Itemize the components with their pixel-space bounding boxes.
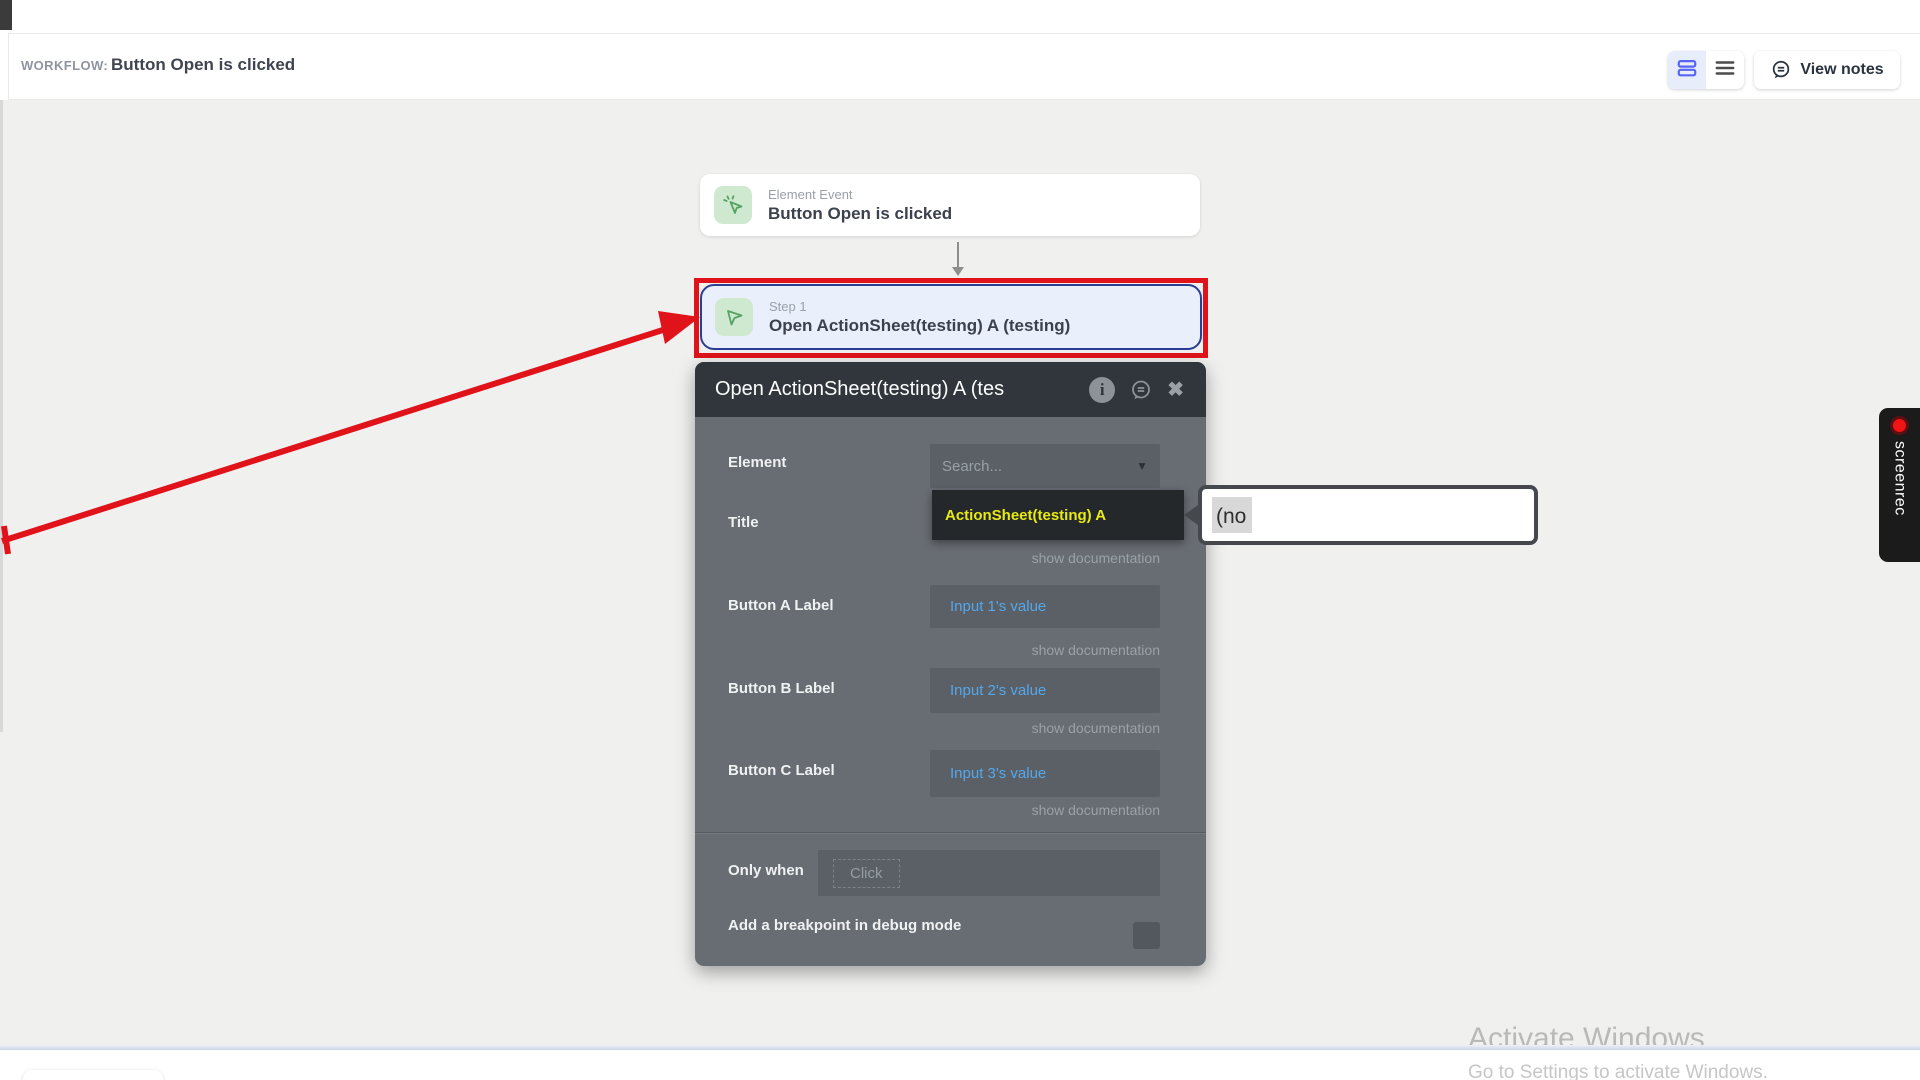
title-edit-popup[interactable]: (no xyxy=(1198,485,1538,545)
screenrec-widget[interactable]: screenrec xyxy=(1879,408,1920,562)
element-search-input[interactable] xyxy=(930,458,1110,475)
element-select[interactable]: ▼ xyxy=(930,444,1160,488)
breakpoint-checkbox[interactable] xyxy=(1133,922,1160,949)
button-a-value[interactable]: Input 1's value xyxy=(930,598,1046,615)
title-field-label: Title xyxy=(728,514,759,531)
condition-placeholder[interactable]: Click xyxy=(833,859,900,888)
step-node[interactable]: Step 1 Open ActionSheet(testing) A (test… xyxy=(700,284,1202,350)
button-c-value-input[interactable]: Input 3's value xyxy=(930,750,1160,797)
panel-header[interactable]: Open ActionSheet(testing) A (tes i ✖ xyxy=(695,362,1206,417)
chevron-down-icon: ▼ xyxy=(1136,459,1148,473)
workflow-header-bar: WORKFLOW: Button Open is clicked xyxy=(8,33,1920,100)
popup-arrow xyxy=(1184,505,1198,525)
canvas-left-edge xyxy=(0,100,3,732)
breakpoint-label: Add a breakpoint in debug mode xyxy=(728,917,961,934)
element-dropdown-menu: ActionSheet(testing) A xyxy=(932,490,1184,540)
workflow-editor: WORKFLOW: Button Open is clicked xyxy=(0,0,1920,1080)
cursor-icon xyxy=(722,305,746,329)
view-toggle-group xyxy=(1668,51,1744,89)
workflow-title: Button Open is clicked xyxy=(111,55,295,75)
annotation-highlight-box: Step 1 Open ActionSheet(testing) A (test… xyxy=(694,278,1208,358)
event-node-title: Button Open is clicked xyxy=(768,203,952,224)
activate-windows-watermark: Activate Windows xyxy=(1468,1022,1705,1056)
view-notes-button[interactable]: View notes xyxy=(1754,51,1900,89)
button-b-value[interactable]: Input 2's value xyxy=(930,682,1046,699)
cursor-click-icon xyxy=(721,193,745,217)
element-field-label: Element xyxy=(728,454,786,471)
only-when-label: Only when xyxy=(728,862,804,879)
event-node[interactable]: Element Event Button Open is clicked xyxy=(700,174,1200,236)
info-icon[interactable]: i xyxy=(1089,377,1115,403)
close-icon[interactable]: ✖ xyxy=(1167,380,1184,400)
dropdown-option-actionsheet[interactable]: ActionSheet(testing) A xyxy=(932,507,1106,524)
screenrec-label: screenrec xyxy=(1891,441,1909,516)
title-popup-text: (no xyxy=(1212,497,1252,533)
workflow-label: WORKFLOW: xyxy=(21,58,108,73)
node-connector-arrow xyxy=(946,242,970,278)
button-b-label: Button B Label xyxy=(728,680,835,697)
only-when-condition-box[interactable]: Click xyxy=(818,850,1160,896)
step-node-title: Open ActionSheet(testing) A (testing) xyxy=(769,315,1070,336)
list-view-button[interactable] xyxy=(1706,51,1744,89)
action-properties-panel: Open ActionSheet(testing) A (tes i ✖ Ele… xyxy=(695,362,1206,966)
button-a-value-input[interactable]: Input 1's value xyxy=(930,585,1160,628)
doc-link-button-b[interactable]: show documentation xyxy=(1032,720,1160,736)
doc-link-title[interactable]: show documentation xyxy=(1032,550,1160,566)
list-view-icon xyxy=(1714,57,1736,84)
comment-icon[interactable] xyxy=(1129,378,1153,402)
canvas-bottom-edge xyxy=(0,1045,1920,1050)
event-node-type: Element Event xyxy=(768,187,952,203)
window-corner-fragment xyxy=(0,0,12,30)
element-event-icon-box xyxy=(714,186,752,224)
view-notes-label: View notes xyxy=(1800,61,1883,79)
notes-bubble-icon xyxy=(1770,59,1792,81)
card-view-button[interactable] xyxy=(1668,51,1706,89)
doc-link-button-c[interactable]: show documentation xyxy=(1032,802,1160,818)
button-c-label: Button C Label xyxy=(728,762,835,779)
record-icon xyxy=(1890,416,1909,435)
button-a-label: Button A Label xyxy=(728,597,834,614)
doc-link-button-a[interactable]: show documentation xyxy=(1032,642,1160,658)
canvas-zoom-control: − 100% + xyxy=(23,1070,163,1080)
step-node-label: Step 1 xyxy=(769,299,1070,315)
panel-title: Open ActionSheet(testing) A (tes xyxy=(715,378,1004,401)
panel-separator xyxy=(695,832,1206,834)
button-c-value[interactable]: Input 3's value xyxy=(930,765,1046,782)
button-b-value-input[interactable]: Input 2's value xyxy=(930,668,1160,713)
activate-windows-subtext: Go to Settings to activate Windows. xyxy=(1468,1062,1768,1080)
step-icon-box xyxy=(715,298,753,336)
cards-view-icon xyxy=(1676,57,1698,84)
